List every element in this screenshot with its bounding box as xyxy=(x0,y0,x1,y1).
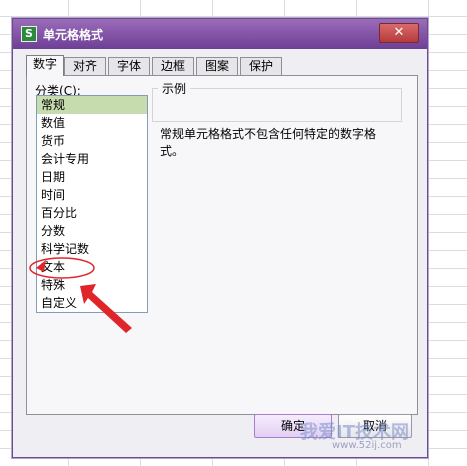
tab-label: 保护 xyxy=(248,59,273,73)
list-item-custom[interactable]: 自定义 xyxy=(37,294,147,312)
list-item-currency[interactable]: 货币 xyxy=(37,132,147,150)
list-item-percentage[interactable]: 百分比 xyxy=(37,204,147,222)
list-item-special[interactable]: 特殊 xyxy=(37,276,147,294)
tab-number[interactable]: 数字 xyxy=(26,55,64,76)
tab-label: 数字 xyxy=(32,57,57,71)
tab-label: 边框 xyxy=(160,59,185,73)
tab-protection[interactable]: 保护 xyxy=(240,57,282,75)
list-item-fraction[interactable]: 分数 xyxy=(37,222,147,240)
tab-label: 图案 xyxy=(204,59,229,73)
list-item-scientific[interactable]: 科学记数 xyxy=(37,240,147,258)
tab-font[interactable]: 字体 xyxy=(108,57,150,75)
list-item-date[interactable]: 日期 xyxy=(37,168,147,186)
wps-app-icon: S xyxy=(21,26,37,42)
tab-border[interactable]: 边框 xyxy=(152,57,194,75)
list-item-time[interactable]: 时间 xyxy=(37,186,147,204)
list-item-number[interactable]: 数值 xyxy=(37,114,147,132)
tab-label: 字体 xyxy=(116,59,141,73)
format-description: 常规单元格格式不包含任何特定的数字格式。 xyxy=(160,127,377,158)
close-button[interactable]: ✕ xyxy=(379,23,419,43)
sample-label: 示例 xyxy=(158,80,191,97)
list-item-text[interactable]: 文本 xyxy=(37,258,147,276)
list-item-general[interactable]: 常规 xyxy=(37,96,147,114)
close-icon: ✕ xyxy=(393,25,405,40)
dialog-title: 单元格格式 xyxy=(43,28,104,42)
category-list[interactable]: 常规 数值 货币 会计专用 日期 时间 百分比 分数 科学记数 文本 特殊 自定… xyxy=(36,95,148,313)
tab-pattern[interactable]: 图案 xyxy=(196,57,238,75)
watermark-url: www.52ij.com xyxy=(332,440,402,451)
dialog-titlebar[interactable]: S 单元格格式 ✕ xyxy=(13,19,427,49)
tab-label: 对齐 xyxy=(72,59,97,73)
list-item-accounting[interactable]: 会计专用 xyxy=(37,150,147,168)
tab-alignment[interactable]: 对齐 xyxy=(64,57,106,75)
